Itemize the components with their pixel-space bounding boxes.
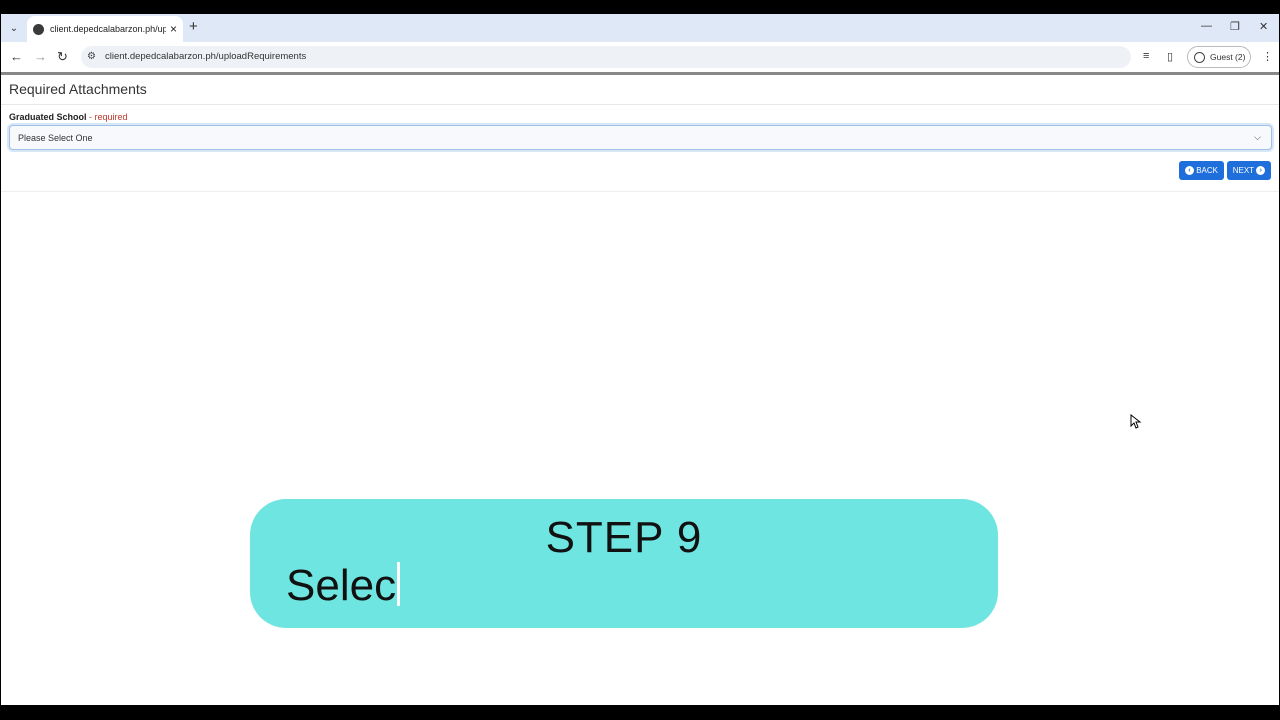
media-controls-icon[interactable]: ≡ [1143,50,1149,62]
profile-label: Guest (2) [1210,52,1246,62]
back-button[interactable]: ‹ BACK [1179,161,1224,180]
menu-dots-icon[interactable]: ⋮ [1262,50,1273,63]
minimize-icon[interactable]: — [1201,20,1212,32]
reload-icon[interactable]: ↻ [57,49,68,65]
letterbox-top [0,0,1280,14]
active-tab[interactable]: client.depedcalabarzon.ph/uplo × [27,16,183,42]
next-button[interactable]: NEXT › [1227,161,1271,180]
profile-avatar-icon [1194,51,1205,63]
divider [1,191,1279,192]
chevron-down-icon: ⌵ [1254,132,1261,142]
field-label-text: Graduated School [9,112,87,122]
graduated-school-select[interactable]: Please Select One ⌵ [9,125,1272,150]
tab-title: client.depedcalabarzon.ph/uplo [50,24,166,34]
text-caret [397,562,401,606]
field-separator: - [86,112,95,122]
mouse-cursor-icon [1130,414,1142,429]
page-title: Required Attachments [9,81,147,97]
url-text: client.depedcalabarzon.ph/uploadRequirem… [105,51,307,62]
browser-toolbar: ← → ↻ ⚙ client.depedcalabarzon.ph/upload… [1,42,1279,72]
window-close-icon[interactable]: ✕ [1259,20,1268,33]
chevron-left-circle-icon: ‹ [1184,166,1194,175]
screen: ⌄ client.depedcalabarzon.ph/uplo × + — ❐… [0,0,1280,720]
typing-caption: Selec [286,561,401,611]
tab-close-icon[interactable]: × [170,23,177,35]
step-banner: STEP 9 Selec [250,499,998,628]
divider [1,104,1279,105]
site-info-icon[interactable]: ⚙ [87,51,96,62]
letterbox-bottom [0,705,1280,720]
back-arrow-icon[interactable]: ← [10,49,23,65]
tab-strip: ⌄ client.depedcalabarzon.ph/uplo × + — ❐… [1,14,1279,42]
typing-text: Selec [286,561,397,610]
back-button-label: BACK [1196,166,1219,175]
chevron-right-circle-icon: › [1256,166,1266,175]
new-tab-icon[interactable]: + [189,18,198,36]
graduated-school-label: Graduated School - required [9,112,128,122]
address-bar[interactable]: ⚙ client.depedcalabarzon.ph/uploadRequir… [81,46,1131,68]
profile-button[interactable]: Guest (2) [1187,46,1251,68]
forward-arrow-icon[interactable]: → [34,49,47,65]
tab-search-icon[interactable]: ⌄ [5,20,23,36]
select-value: Please Select One [18,132,93,143]
globe-icon [33,23,44,35]
required-marker: required [94,112,128,122]
step-title: STEP 9 [545,513,703,562]
next-button-label: NEXT [1232,166,1255,175]
side-panel-icon[interactable]: ▯ [1167,50,1173,63]
restore-icon[interactable]: ❐ [1230,20,1240,33]
